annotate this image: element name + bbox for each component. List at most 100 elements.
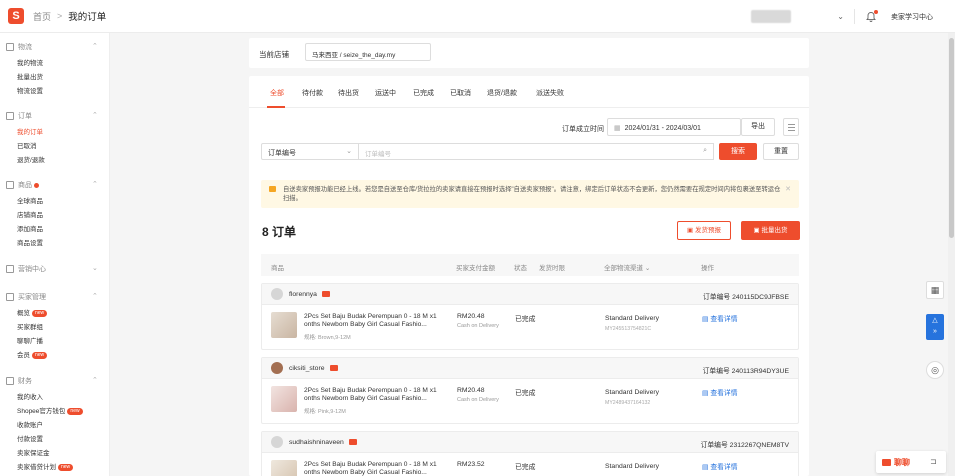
sidebar-item-overview[interactable]: 概览 new [17, 307, 48, 317]
chevron-up-icon[interactable]: ⌃ [92, 111, 98, 119]
chevron-up-icon[interactable]: ⌃ [92, 42, 98, 50]
payment-method: Cash on Delivery [457, 397, 499, 403]
chevron-up-icon[interactable]: ⌃ [92, 180, 98, 188]
chat-label: 聊聊 [894, 458, 910, 467]
order-card: ciksiti_store 订单编号 240113R94DY3UE 2Pcs S… [261, 357, 799, 424]
page-title: 我的订单 [68, 12, 107, 23]
scrollbar-thumb[interactable] [949, 38, 954, 238]
order-header: ciksiti_store 订单编号 240113R94DY3UE [262, 358, 798, 379]
order-status: 已完成 [515, 464, 536, 471]
buyer-name[interactable]: ciksiti_store [289, 365, 338, 372]
notification-dot [874, 9, 878, 14]
pre-ship-button[interactable]: ▣ 发货预报 [677, 221, 731, 240]
sidebar-item-payout-account[interactable]: 收款账户 [17, 419, 43, 429]
chat-icon[interactable] [329, 365, 338, 372]
tab-unpaid[interactable]: 待付款 [302, 88, 323, 98]
document-icon: ▣ [687, 227, 695, 234]
chat-icon[interactable] [348, 439, 357, 446]
tab-completed[interactable]: 已完成 [413, 88, 434, 98]
search-input[interactable]: 订单编号 ⌕ [358, 143, 714, 160]
sidebar-item-payment-settings[interactable]: 付款设置 [17, 433, 43, 443]
shipping-channel: Standard Delivery [605, 389, 660, 396]
search-button[interactable]: 搜索 [719, 143, 757, 160]
sidebar: 物流 ⌃ 我的物流 批量出货 物流设置 订单 ⌃ 我的订单 已取消 退货/退款 … [0, 33, 110, 476]
tag-icon [6, 265, 14, 273]
shopee-logo-icon[interactable]: S [8, 8, 24, 24]
sidebar-item-seller-loan[interactable]: 卖家借贷计划 new [17, 461, 74, 471]
bell-icon[interactable] [865, 9, 878, 23]
learning-center-link[interactable]: 卖家学习中心 [891, 12, 933, 22]
view-details-link[interactable]: ▤ 查看详情 [702, 313, 738, 323]
sidebar-item-my-logistics[interactable]: 我的物流 [17, 57, 43, 67]
view-details-link[interactable]: ▤ 查看详情 [702, 461, 738, 471]
sidebar-item-membership[interactable]: 会员 new [17, 349, 48, 359]
shop-selector[interactable]: 马来西亚 / seize_the_day.my [305, 43, 431, 61]
sidebar-item-buyer-groups[interactable]: 买家群组 [17, 321, 43, 331]
breadcrumb-home[interactable]: 首页 [33, 10, 51, 23]
sidebar-section-finance[interactable]: 财务 [6, 376, 32, 386]
order-number: 订单编号 240115DC9JFBSE [703, 294, 789, 301]
sidebar-item-cancelled[interactable]: 已取消 [17, 140, 37, 150]
date-range-picker[interactable]: ▦ 2024/01/31 - 2024/03/01 [607, 118, 741, 136]
sidebar-item-my-income[interactable]: 我的收入 [17, 391, 43, 401]
search-icon: ⌕ [703, 147, 707, 154]
tab-cancelled[interactable]: 已取消 [450, 88, 471, 98]
sidebar-section-buyers[interactable]: 买家管理 [6, 292, 46, 302]
sidebar-item-bulk-ship[interactable]: 批量出货 [17, 71, 43, 81]
bulk-ship-button[interactable]: ▣ 批量出货 [741, 221, 800, 240]
view-details-link[interactable]: ▤ 查看详情 [702, 387, 738, 397]
export-button[interactable]: 导出 [741, 118, 775, 136]
tab-shipping[interactable]: 运送中 [375, 88, 396, 98]
avatar [271, 288, 283, 300]
search-type-select[interactable]: 订单编号 ⌄ [261, 143, 359, 160]
sidebar-item-shopee-wallet[interactable]: Shopee官方钱包 new [17, 405, 83, 415]
buyer-name[interactable]: sudhaishninaveen [289, 439, 357, 446]
chevron-down-icon[interactable]: ⌄ [837, 12, 844, 21]
sidebar-item-returns[interactable]: 退货/退款 [17, 154, 45, 164]
sidebar-section-logistics[interactable]: 物流 [6, 42, 32, 52]
product-thumbnail[interactable] [271, 386, 297, 412]
chat-widget[interactable]: 聊聊 ⊐ [876, 451, 946, 473]
chevron-up-icon[interactable]: ⌃ [92, 292, 98, 300]
support-icon[interactable]: ◎ [926, 361, 944, 379]
tab-returns[interactable]: 退货/退款 [487, 88, 517, 98]
notice-text: 自送卖家预报功能已经上线。若您是自送至仓库/货拉拉的卖家请直接在预报时选择"自送… [283, 186, 781, 202]
sidebar-item-seller-deposit[interactable]: 卖家保证金 [17, 447, 50, 457]
tab-failed-delivery[interactable]: 派送失败 [536, 88, 564, 98]
sidebar-section-marketing[interactable]: 营销中心 [6, 264, 46, 274]
shop-selector-card: 当前店铺 马来西亚 / seize_the_day.my [249, 38, 809, 68]
account-name-blurred[interactable] [751, 10, 792, 23]
active-tab-indicator [267, 106, 285, 108]
chevron-up-icon[interactable]: ⌃ [92, 376, 98, 384]
chevron-down-icon[interactable]: ⌄ [92, 264, 98, 272]
truck-icon [6, 43, 14, 51]
chat-icon[interactable] [321, 291, 330, 298]
sidebar-section-orders[interactable]: 订单 [6, 111, 32, 121]
product-thumbnail[interactable] [271, 312, 297, 338]
sidebar-item-global-products[interactable]: 全球商品 [17, 195, 43, 205]
calculator-icon[interactable]: ▦ [926, 281, 944, 299]
menu-icon[interactable] [783, 118, 799, 136]
date-filter-label: 订单成立时间 [562, 126, 604, 133]
expand-panel-icon[interactable]: △» [926, 314, 944, 340]
col-channel-filter[interactable]: 全部物流渠道 ⌄ [604, 262, 650, 272]
product-thumbnail[interactable] [271, 460, 297, 476]
sidebar-item-shop-products[interactable]: 店铺商品 [17, 209, 43, 219]
sidebar-item-chat-broadcast[interactable]: 聊聊广播 [17, 335, 43, 345]
tab-all[interactable]: 全部 [270, 88, 284, 98]
sidebar-item-my-orders[interactable]: 我的订单 [17, 126, 43, 136]
notification-dot [34, 182, 39, 188]
buyer-name[interactable]: florennya [289, 291, 330, 298]
sidebar-item-product-settings[interactable]: 商品设置 [17, 237, 43, 247]
order-card: sudhaishninaveen 订单编号 2312267QNEM8TV 2Pc… [261, 431, 799, 476]
order-count: 8 订单 [262, 225, 297, 239]
sidebar-item-logistics-settings[interactable]: 物流设置 [17, 85, 43, 95]
sidebar-section-products[interactable]: 商品 [6, 180, 39, 190]
minimize-icon[interactable]: ⊐ [930, 457, 937, 466]
sidebar-item-add-product[interactable]: 添加商品 [17, 223, 43, 233]
close-icon[interactable]: ✕ [785, 185, 791, 193]
reset-button[interactable]: 重置 [763, 143, 799, 160]
orders-card: 全部 待付款 待出货 运送中 已完成 已取消 退货/退款 派送失败 订单成立时间… [249, 76, 809, 476]
payment-method: Cash on Delivery [457, 323, 499, 329]
tab-to-ship[interactable]: 待出货 [338, 88, 359, 98]
